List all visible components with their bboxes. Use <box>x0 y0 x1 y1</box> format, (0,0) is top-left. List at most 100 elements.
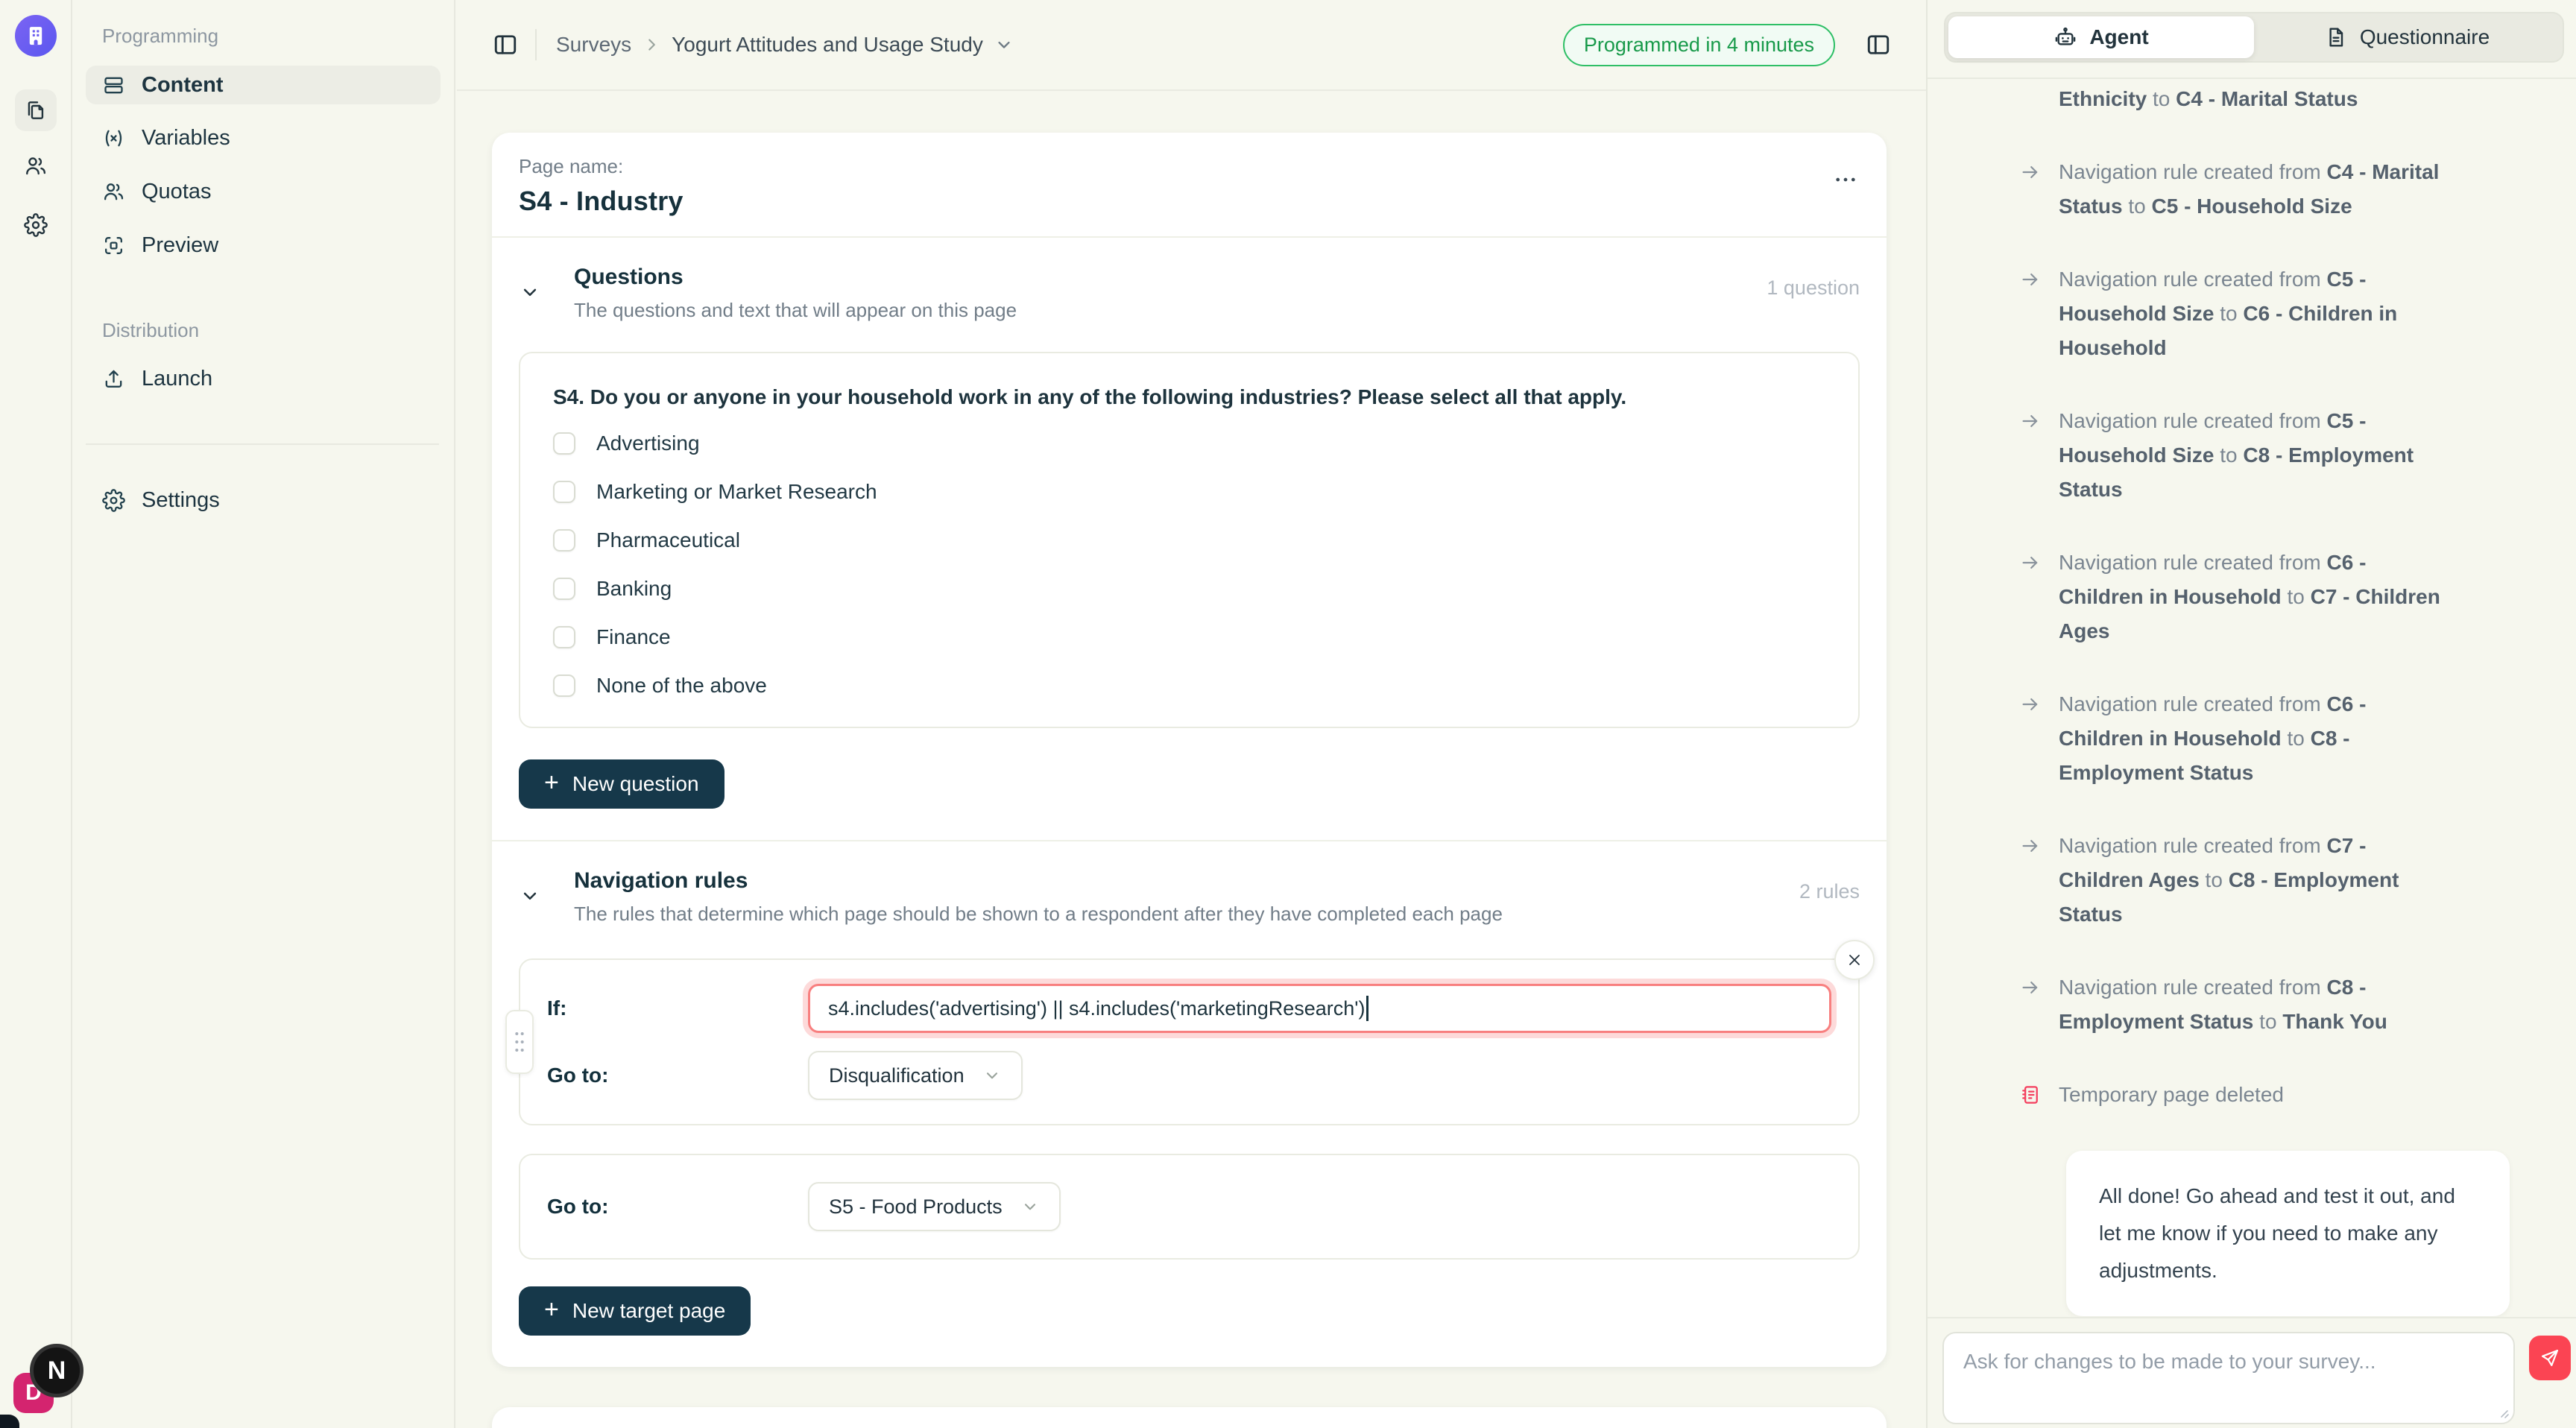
close-icon <box>1846 951 1863 969</box>
workspace-logo[interactable] <box>15 15 57 57</box>
variables-icon <box>102 127 125 150</box>
question-option[interactable]: Banking <box>553 578 1825 600</box>
navigation-rules-count: 2 rules <box>1799 880 1860 903</box>
sidebar-item-quotas[interactable]: Quotas <box>86 172 441 211</box>
questions-title: Questions <box>574 265 1860 290</box>
tab-agent[interactable]: Agent <box>1948 16 2254 58</box>
sidebar-item-content[interactable]: Content <box>86 66 441 104</box>
panel-tab-switcher: Agent Questionnaire <box>1944 12 2564 63</box>
chevron-right-icon <box>642 35 661 54</box>
checkbox[interactable] <box>553 626 575 648</box>
rows-icon <box>102 74 125 97</box>
navigation-rule-card: If: s4.includes('advertising') || s4.inc… <box>519 958 1860 1125</box>
checkbox[interactable] <box>553 529 575 552</box>
new-question-button[interactable]: + New question <box>519 759 724 809</box>
new-question-label: New question <box>572 772 699 796</box>
question-option[interactable]: None of the above <box>553 674 1825 697</box>
questions-section: Questions The questions and text that wi… <box>492 238 1887 840</box>
main-header: Surveys Yogurt Attitudes and Usage Study… <box>457 0 1926 91</box>
question-option[interactable]: Advertising <box>553 432 1825 455</box>
sidebar-item-preview[interactable]: Preview <box>86 226 441 265</box>
collapse-chevron-icon[interactable] <box>519 281 541 303</box>
sidebar-item-variables[interactable]: Variables <box>86 119 441 157</box>
goto-target-select[interactable]: S5 - Food Products <box>808 1182 1061 1231</box>
more-menu-button[interactable] <box>1831 165 1860 194</box>
sidebar-divider <box>86 443 439 445</box>
question-option-label: Banking <box>596 577 672 601</box>
checkbox[interactable] <box>553 481 575 503</box>
goto-target-value: S5 - Food Products <box>829 1195 1003 1219</box>
tab-agent-label: Agent <box>2089 25 2148 49</box>
goto-label: Go to: <box>547 1195 808 1219</box>
chevron-down-icon[interactable] <box>994 34 1014 55</box>
avatar-n[interactable]: N <box>30 1344 83 1397</box>
checkbox[interactable] <box>553 674 575 697</box>
if-label: If: <box>547 996 808 1020</box>
agent-activity-list[interactable]: Navigation rule created from C3 - Ethnic… <box>1928 82 2576 1317</box>
sidebar-item-label: Preview <box>142 233 218 258</box>
activity-item: Navigation rule created from C5 - Househ… <box>2019 262 2448 365</box>
rail-item-settings[interactable] <box>15 204 57 246</box>
arrow-right-icon <box>2019 552 2042 574</box>
question-option[interactable]: Finance <box>553 626 1825 648</box>
breadcrumb-root[interactable]: Surveys <box>556 33 631 57</box>
new-target-page-button[interactable]: + New target page <box>519 1286 751 1336</box>
right-panel-toggle-button[interactable] <box>1865 31 1892 58</box>
breadcrumb-current[interactable]: Yogurt Attitudes and Usage Study <box>672 33 983 57</box>
building-icon <box>23 23 48 48</box>
assistant-message: All done! Go ahead and test it out, and … <box>2066 1151 2510 1316</box>
text-caret <box>1366 996 1368 1021</box>
arrow-right-icon <box>2019 693 2042 715</box>
send-button[interactable] <box>2529 1336 2571 1380</box>
sidebar-item-label: Launch <box>142 367 212 391</box>
collapse-chevron-icon[interactable] <box>519 885 541 907</box>
arrow-right-icon <box>2019 976 2042 999</box>
panel-left-icon <box>492 31 519 58</box>
navigation-rules-title: Navigation rules <box>574 868 1860 894</box>
drag-handle[interactable] <box>505 1010 534 1074</box>
tab-questionnaire[interactable]: Questionnaire <box>2254 16 2560 58</box>
pages-icon <box>24 98 48 122</box>
chat-input[interactable] <box>1942 1332 2515 1424</box>
question-card[interactable]: S4. Do you or anyone in your household w… <box>519 352 1860 728</box>
navigation-rules-section: Navigation rules The rules that determin… <box>492 841 1887 1367</box>
condition-input[interactable]: s4.includes('advertising') || s4.include… <box>808 984 1831 1033</box>
sidebar-item-label: Content <box>142 73 224 98</box>
remove-rule-button[interactable] <box>1834 940 1875 980</box>
question-options: Advertising Marketing or Market Research P… <box>553 432 1825 697</box>
plus-icon: + <box>544 770 559 795</box>
question-option[interactable]: Marketing or Market Research <box>553 481 1825 503</box>
document-icon <box>2324 25 2348 49</box>
sidebar-item-label: Settings <box>142 488 220 513</box>
sidebar-section-programming: Programming <box>102 25 218 48</box>
questions-count: 1 question <box>1767 277 1860 300</box>
arrow-right-icon <box>2019 161 2042 183</box>
page-title[interactable]: S4 - Industry <box>519 186 1860 217</box>
goto-target-select[interactable]: Disqualification <box>808 1051 1023 1100</box>
checkbox[interactable] <box>553 432 575 455</box>
question-option-label: None of the above <box>596 674 767 698</box>
sidebar-collapse-button[interactable] <box>492 31 519 58</box>
sidebar-item-launch[interactable]: Launch <box>86 359 441 398</box>
question-option[interactable]: Pharmaceutical <box>553 529 1825 552</box>
arrow-right-icon <box>2019 410 2042 432</box>
icon-rail <box>0 0 72 1428</box>
sidebar-item-settings[interactable]: Settings <box>86 481 441 519</box>
header-divider <box>535 29 537 60</box>
rail-item-surveys[interactable] <box>15 89 57 131</box>
navigation-rules-subtitle: The rules that determine which page shou… <box>574 903 1860 926</box>
rail-item-audience[interactable] <box>15 145 57 187</box>
page-deleted-icon <box>2019 1084 2042 1106</box>
status-badge: Programmed in 4 minutes <box>1563 24 1835 66</box>
checkbox[interactable] <box>553 578 575 600</box>
arrow-right-icon <box>2019 268 2042 291</box>
page-name-label: Page name: <box>519 155 1860 178</box>
activity-item: Navigation rule created from C5 - Househ… <box>2019 404 2448 507</box>
tab-questionnaire-label: Questionnaire <box>2360 25 2490 49</box>
page-editor-scroll[interactable]: Page name: S4 - Industry Questions The q… <box>457 91 1926 1428</box>
users-icon <box>24 154 48 178</box>
panel-right-icon <box>1865 31 1892 58</box>
send-icon <box>2539 1348 2560 1368</box>
question-text: S4. Do you or anyone in your household w… <box>553 383 1825 411</box>
gear-icon <box>24 213 48 237</box>
